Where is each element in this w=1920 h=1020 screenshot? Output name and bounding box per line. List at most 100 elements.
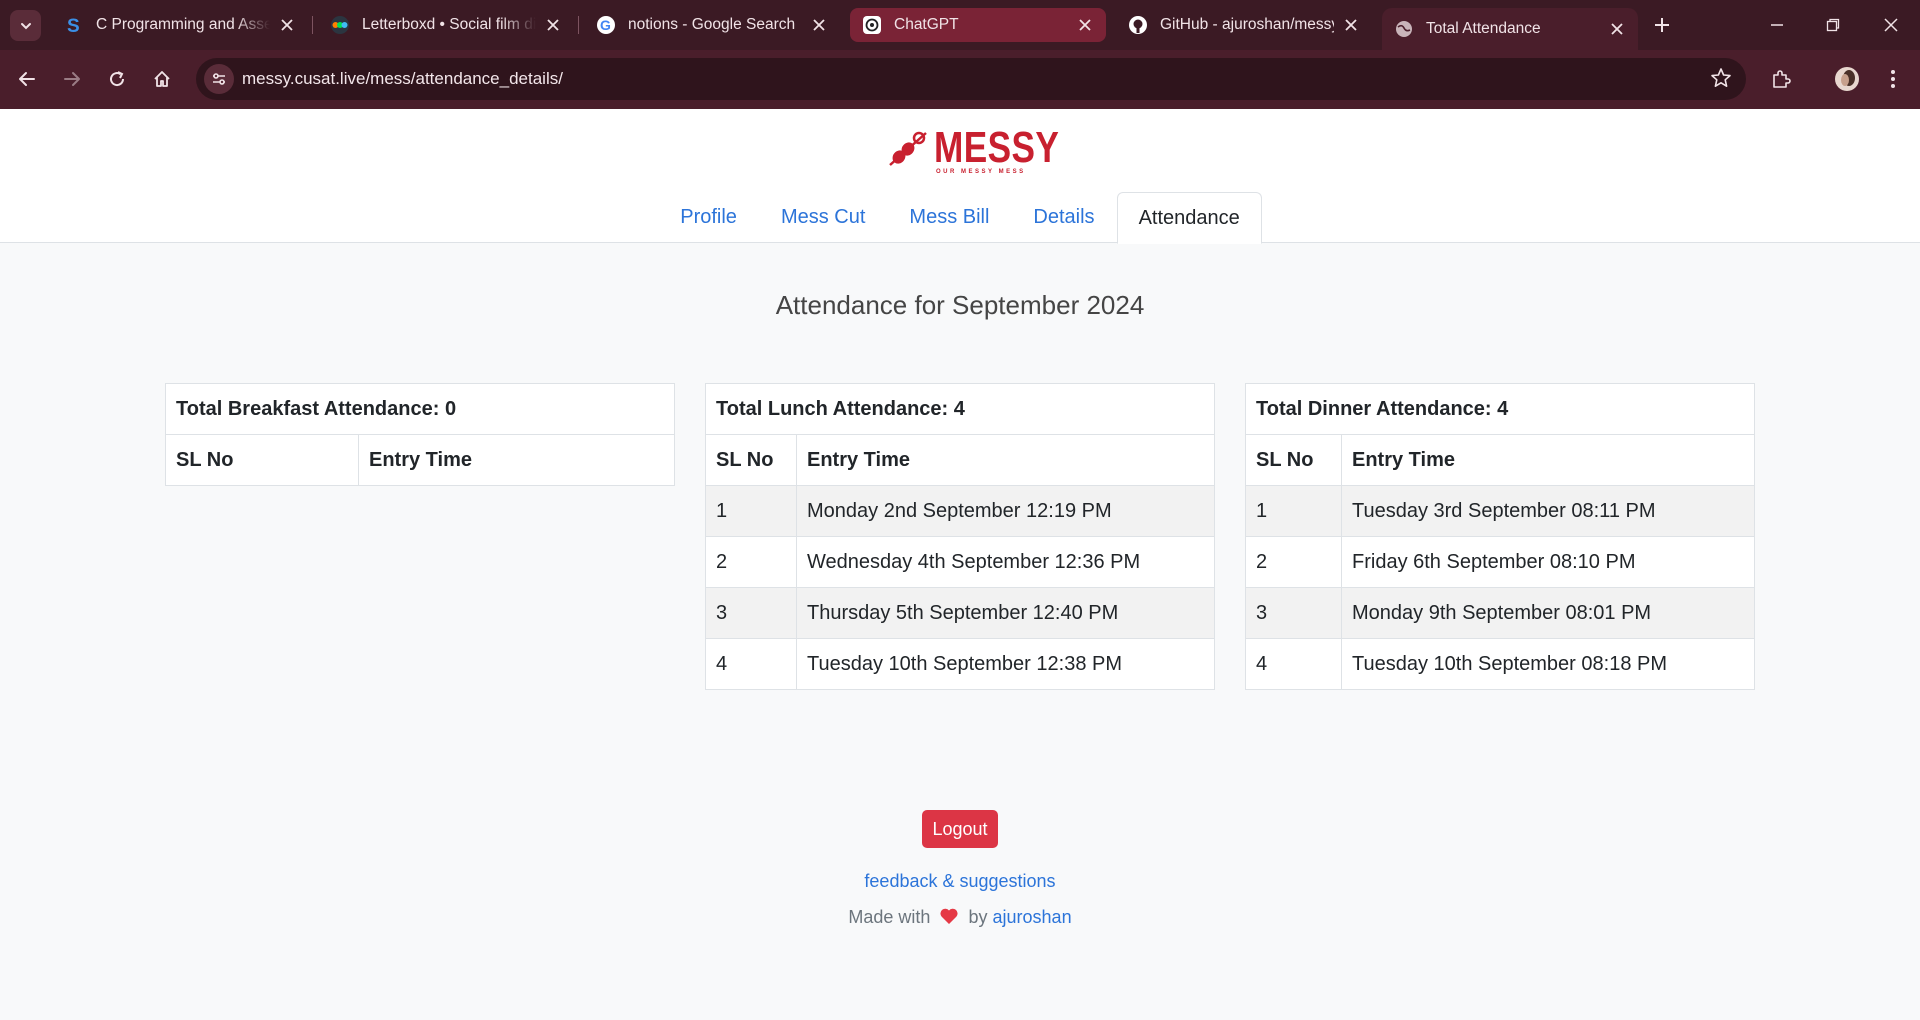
entry-time-cell: Tuesday 3rd September 08:11 PM bbox=[1341, 485, 1755, 537]
table-row: 1 Monday 2nd September 12:19 PM bbox=[705, 485, 1215, 537]
site-info-button[interactable] bbox=[204, 64, 234, 94]
close-icon[interactable] bbox=[810, 16, 828, 34]
sl-cell: 4 bbox=[1245, 638, 1342, 690]
lunch-attendance-table: Total Lunch Attendance: 4 SL No Entry Ti… bbox=[705, 383, 1215, 690]
tab-title: C Programming and Assembly bbox=[96, 16, 270, 33]
table-row: 3 Monday 9th September 08:01 PM bbox=[1245, 587, 1755, 639]
browser-tab-active[interactable]: Total Attendance bbox=[1382, 8, 1638, 50]
browser-tab[interactable]: ChatGPT bbox=[850, 8, 1106, 42]
s-icon: S bbox=[64, 15, 84, 35]
heart-icon bbox=[940, 908, 959, 924]
table-caption: Total Breakfast Attendance: 0 bbox=[165, 383, 675, 435]
dinner-attendance-table: Total Dinner Attendance: 4 SL No Entry T… bbox=[1245, 383, 1755, 690]
feedback-link[interactable]: feedback & suggestions bbox=[864, 871, 1055, 891]
skewer-icon bbox=[889, 131, 927, 166]
close-icon bbox=[1884, 18, 1898, 32]
browser-toolbar: messy.cusat.live/mess/attendance_details… bbox=[0, 50, 1920, 109]
new-tab-button[interactable] bbox=[1650, 13, 1674, 37]
back-button[interactable] bbox=[10, 62, 44, 96]
page-title: Attendance for September 2024 bbox=[775, 290, 1145, 320]
letterboxd-icon bbox=[330, 15, 350, 35]
forward-button[interactable] bbox=[55, 62, 89, 96]
entry-time-cell: Tuesday 10th September 12:38 PM bbox=[796, 638, 1215, 690]
svg-text:S: S bbox=[67, 16, 80, 35]
chatgpt-icon bbox=[862, 15, 882, 35]
sl-cell: 3 bbox=[1245, 587, 1342, 639]
address-bar[interactable]: messy.cusat.live/mess/attendance_details… bbox=[196, 58, 1746, 100]
close-icon[interactable] bbox=[1342, 16, 1360, 34]
entry-time-cell: Monday 9th September 08:01 PM bbox=[1341, 587, 1755, 639]
entry-time-cell: Wednesday 4th September 12:36 PM bbox=[796, 536, 1215, 588]
chevron-down-icon bbox=[20, 22, 31, 29]
minimize-button[interactable] bbox=[1762, 13, 1792, 37]
browser-tab[interactable]: Letterboxd • Social film discovery bbox=[318, 8, 574, 42]
sl-cell: 4 bbox=[705, 638, 797, 690]
browser-tab[interactable]: G notions - Google Search bbox=[584, 8, 840, 42]
sl-cell: 1 bbox=[1245, 485, 1342, 537]
plus-icon bbox=[1655, 18, 1669, 32]
entry-time-cell: Monday 2nd September 12:19 PM bbox=[796, 485, 1215, 537]
nav-profile[interactable]: Profile bbox=[658, 191, 759, 243]
logo-wordmark: MESSY bbox=[934, 123, 1060, 172]
nav-mess-cut[interactable]: Mess Cut bbox=[759, 191, 887, 243]
author-link[interactable]: ajuroshan bbox=[993, 907, 1072, 927]
browser-menu-button[interactable] bbox=[1876, 62, 1910, 96]
minimize-icon bbox=[1771, 24, 1783, 26]
more-vertical-icon bbox=[1891, 70, 1895, 88]
home-button[interactable] bbox=[145, 62, 179, 96]
table-caption: Total Dinner Attendance: 4 bbox=[1245, 383, 1755, 435]
credits-line: Made with by ajuroshan bbox=[0, 907, 1920, 928]
nav-mess-bill[interactable]: Mess Bill bbox=[887, 191, 1011, 243]
restore-button[interactable] bbox=[1818, 13, 1848, 37]
github-icon bbox=[1128, 15, 1148, 35]
table-row: 4 Tuesday 10th September 12:38 PM bbox=[705, 638, 1215, 690]
reload-icon bbox=[110, 71, 125, 87]
browser-tab-strip: S C Programming and Assembly Letterboxd … bbox=[0, 0, 1920, 50]
browser-tab[interactable]: S C Programming and Assembly bbox=[52, 8, 308, 42]
entry-time-cell: Friday 6th September 08:10 PM bbox=[1341, 536, 1755, 588]
arrow-right-icon bbox=[64, 72, 80, 86]
puzzle-icon bbox=[1773, 70, 1791, 88]
breakfast-attendance-table: Total Breakfast Attendance: 0 SL No Entr… bbox=[165, 383, 675, 486]
entry-time-cell: Tuesday 10th September 08:18 PM bbox=[1341, 638, 1755, 690]
tab-title: Letterboxd • Social film discovery bbox=[362, 16, 536, 33]
column-header-sl: SL No bbox=[165, 434, 359, 486]
close-icon[interactable] bbox=[1608, 20, 1626, 38]
messy-logo[interactable]: MESSY OUR MESSY MESS bbox=[886, 125, 1059, 175]
google-icon: G bbox=[596, 15, 616, 35]
tab-title: ChatGPT bbox=[894, 16, 959, 33]
table-row: 1 Tuesday 3rd September 08:11 PM bbox=[1245, 485, 1755, 537]
nav-attendance[interactable]: Attendance bbox=[1116, 192, 1262, 244]
nav-details[interactable]: Details bbox=[1011, 191, 1116, 243]
globe-icon bbox=[1394, 19, 1414, 39]
sl-cell: 2 bbox=[1245, 536, 1342, 588]
by-text: by bbox=[968, 907, 988, 927]
profile-avatar[interactable] bbox=[1830, 62, 1864, 96]
url-text[interactable]: messy.cusat.live/mess/attendance_details… bbox=[242, 69, 563, 89]
table-row: 2 Wednesday 4th September 12:36 PM bbox=[705, 536, 1215, 588]
extensions-button[interactable] bbox=[1764, 62, 1798, 96]
close-icon[interactable] bbox=[1076, 16, 1094, 34]
column-header-entry-time: Entry Time bbox=[796, 434, 1215, 486]
tab-title: notions - Google Search bbox=[628, 16, 796, 33]
window-close-button[interactable] bbox=[1876, 13, 1906, 37]
sl-cell: 3 bbox=[705, 587, 797, 639]
browser-tab[interactable]: GitHub - ajuroshan/messy bbox=[1116, 8, 1372, 42]
table-row: 4 Tuesday 10th September 08:18 PM bbox=[1245, 638, 1755, 690]
tab-search-button[interactable] bbox=[10, 10, 41, 41]
column-header-entry-time: Entry Time bbox=[358, 434, 675, 486]
logo-tagline: OUR MESSY MESS bbox=[936, 169, 1026, 175]
reload-button[interactable] bbox=[100, 62, 134, 96]
feedback-section: feedback & suggestions bbox=[0, 871, 1920, 892]
arrow-left-icon bbox=[19, 72, 35, 86]
close-icon[interactable] bbox=[544, 16, 562, 34]
close-icon[interactable] bbox=[278, 16, 296, 34]
table-row: 3 Thursday 5th September 12:40 PM bbox=[705, 587, 1215, 639]
bookmark-star-icon[interactable] bbox=[1710, 67, 1732, 94]
tab-divider bbox=[312, 16, 313, 34]
column-header-entry-time: Entry Time bbox=[1341, 434, 1755, 486]
tab-title: GitHub - ajuroshan/messy bbox=[1160, 16, 1334, 33]
logout-button[interactable]: Logout bbox=[922, 810, 998, 848]
entry-time-cell: Thursday 5th September 12:40 PM bbox=[796, 587, 1215, 639]
sl-cell: 2 bbox=[705, 536, 797, 588]
